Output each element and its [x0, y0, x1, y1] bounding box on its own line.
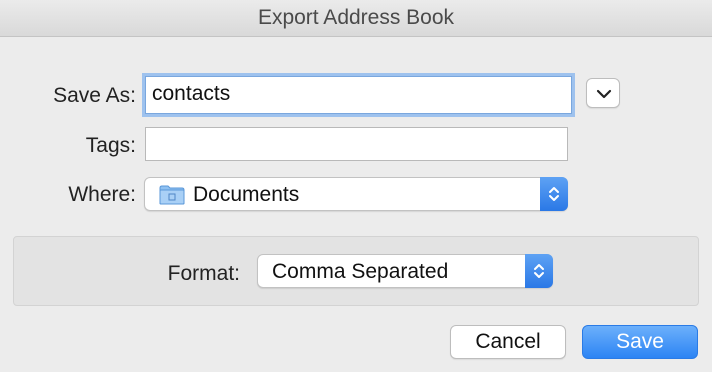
format-popup[interactable]: Comma Separated [257, 254, 553, 288]
chevron-down-icon [596, 89, 612, 99]
save-as-label: Save As: [53, 84, 136, 107]
tags-field[interactable] [145, 127, 568, 161]
stepper-arrows-icon [540, 177, 568, 211]
format-label: Format: [167, 262, 240, 285]
format-value: Comma Separated [272, 260, 449, 283]
export-dialog: Export Address Book Save As: contacts Ta… [0, 0, 712, 372]
expand-dialog-button[interactable] [586, 78, 620, 108]
save-as-field[interactable]: contacts [145, 76, 572, 114]
tags-label: Tags: [85, 134, 136, 157]
stepper-arrows-icon [525, 254, 553, 288]
where-value: Documents [193, 183, 300, 206]
window-title: Export Address Book [0, 0, 712, 37]
where-popup[interactable]: Documents [144, 177, 568, 211]
cancel-button[interactable]: Cancel [450, 325, 566, 359]
save-button[interactable]: Save [582, 325, 698, 359]
where-label: Where: [68, 183, 136, 206]
folder-icon [159, 185, 185, 211]
